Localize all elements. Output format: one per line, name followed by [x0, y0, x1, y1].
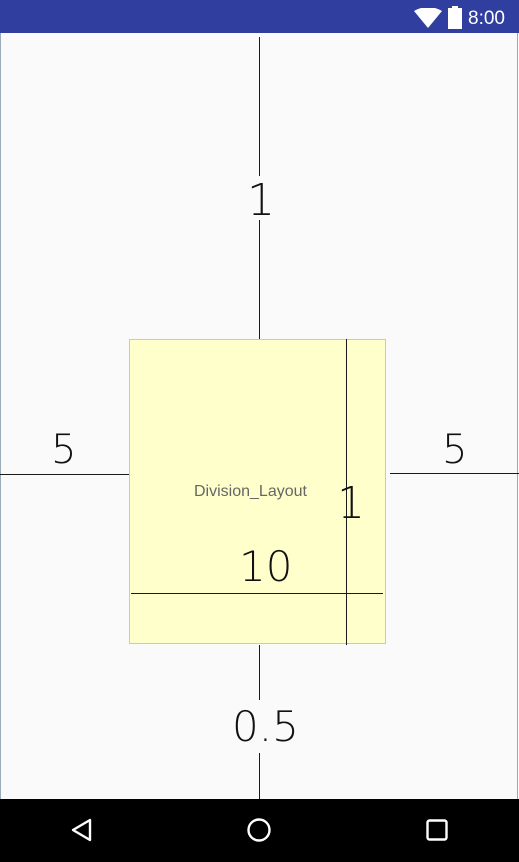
wifi-icon [414, 8, 442, 28]
navigation-bar [0, 799, 519, 862]
home-icon[interactable] [246, 817, 272, 843]
frame-border-right [517, 33, 518, 799]
right-weight-label: 5 [442, 427, 468, 473]
status-bar: 8:00 [0, 0, 519, 33]
frame-border-left [0, 33, 1, 799]
right-divider-line [390, 473, 519, 474]
inner-horizontal-line [131, 593, 383, 594]
battery-icon [448, 6, 462, 29]
center-title: Division_Layout [194, 483, 307, 500]
top-weight-label: 1 [247, 175, 275, 226]
left-weight-label: 5 [51, 427, 77, 473]
top-divider-line-lower [259, 220, 260, 339]
left-divider-line [0, 474, 129, 475]
inner-vertical-weight-label: 1 [337, 478, 365, 529]
back-icon[interactable] [70, 818, 94, 842]
recents-icon[interactable] [426, 819, 448, 841]
inner-horizontal-weight-label: 10 [239, 542, 293, 591]
top-divider-line [259, 37, 260, 176]
bottom-weight-label: 0.5 [232, 702, 299, 751]
bottom-divider-line-lower [259, 753, 260, 799]
bottom-divider-line [259, 645, 260, 700]
status-time: 8:00 [468, 8, 505, 29]
